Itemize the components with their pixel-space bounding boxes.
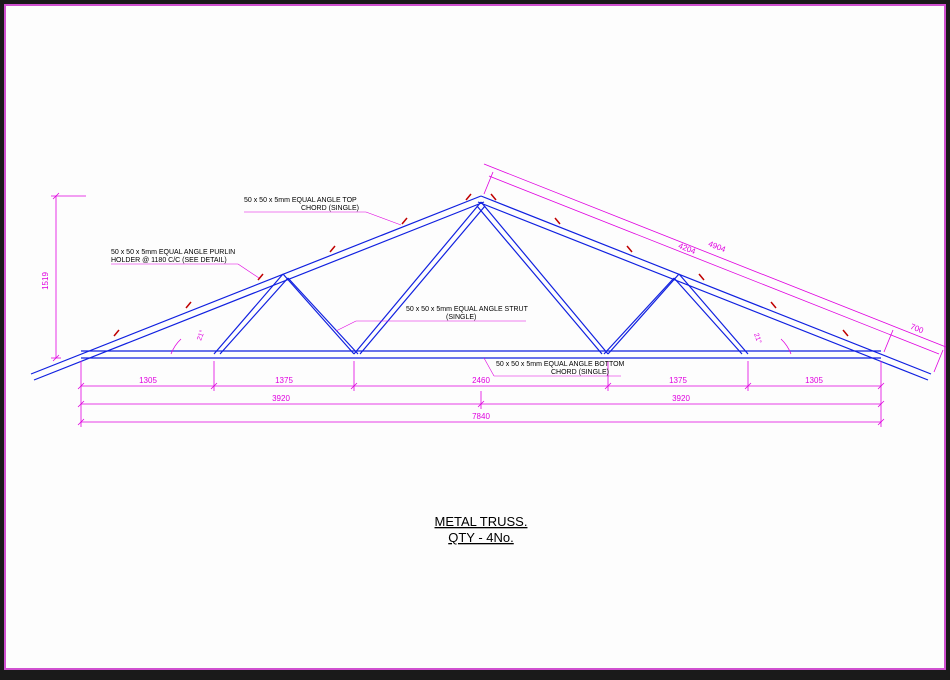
dim-seg5: 1305 [805, 376, 823, 385]
dim-tc-full: 4904 [707, 239, 727, 254]
drawing-title-1: METAL TRUSS. [435, 514, 528, 529]
label-bottom-1: 50 x 50 x 5mm EQUAL ANGLE BOTTOM [496, 361, 625, 368]
dim-seg1: 1305 [139, 376, 157, 385]
drawing-svg: 1519 1305 1375 2460 1375 1305 [6, 6, 948, 670]
angle-left: 21° [195, 329, 206, 342]
dim-seg2: 1375 [275, 376, 293, 385]
canvas: 1519 1305 1375 2460 1375 1305 [4, 4, 946, 670]
label-purlin-1: 50 x 50 x 5mm EQUAL ANGLE PURLIN [111, 249, 235, 256]
dim-seg3: 2460 [472, 376, 490, 385]
dimensions: 1519 1305 1375 2460 1375 1305 [41, 164, 946, 427]
label-bottom-2: CHORD (SINGLE) [551, 369, 609, 376]
dim-total: 7840 [472, 412, 490, 421]
label-top-chord-1: 50 x 50 x 5mm EQUAL ANGLE TOP [244, 197, 357, 204]
angle-right: 21° [752, 332, 763, 345]
label-strut-1: 50 x 50 x 5mm EQUAL ANGLE STRUT [406, 306, 529, 313]
dim-half-left: 3920 [272, 394, 290, 403]
label-strut-2: (SINGLE) [446, 314, 476, 321]
labels: 50 x 50 x 5mm EQUAL ANGLE TOP CHORD (SIN… [111, 197, 625, 376]
label-purlin-2: HOLDER @ 1180 C/C (SEE DETAIL) [111, 257, 227, 264]
drawing-title-2: QTY - 4No. [448, 530, 514, 545]
label-top-chord-2: CHORD (SINGLE) [301, 205, 359, 212]
dim-half-right: 3920 [672, 394, 690, 403]
dim-height: 1519 [41, 272, 50, 290]
viewport: 1519 1305 1375 2460 1375 1305 [0, 0, 950, 680]
dim-seg4: 1375 [669, 376, 687, 385]
